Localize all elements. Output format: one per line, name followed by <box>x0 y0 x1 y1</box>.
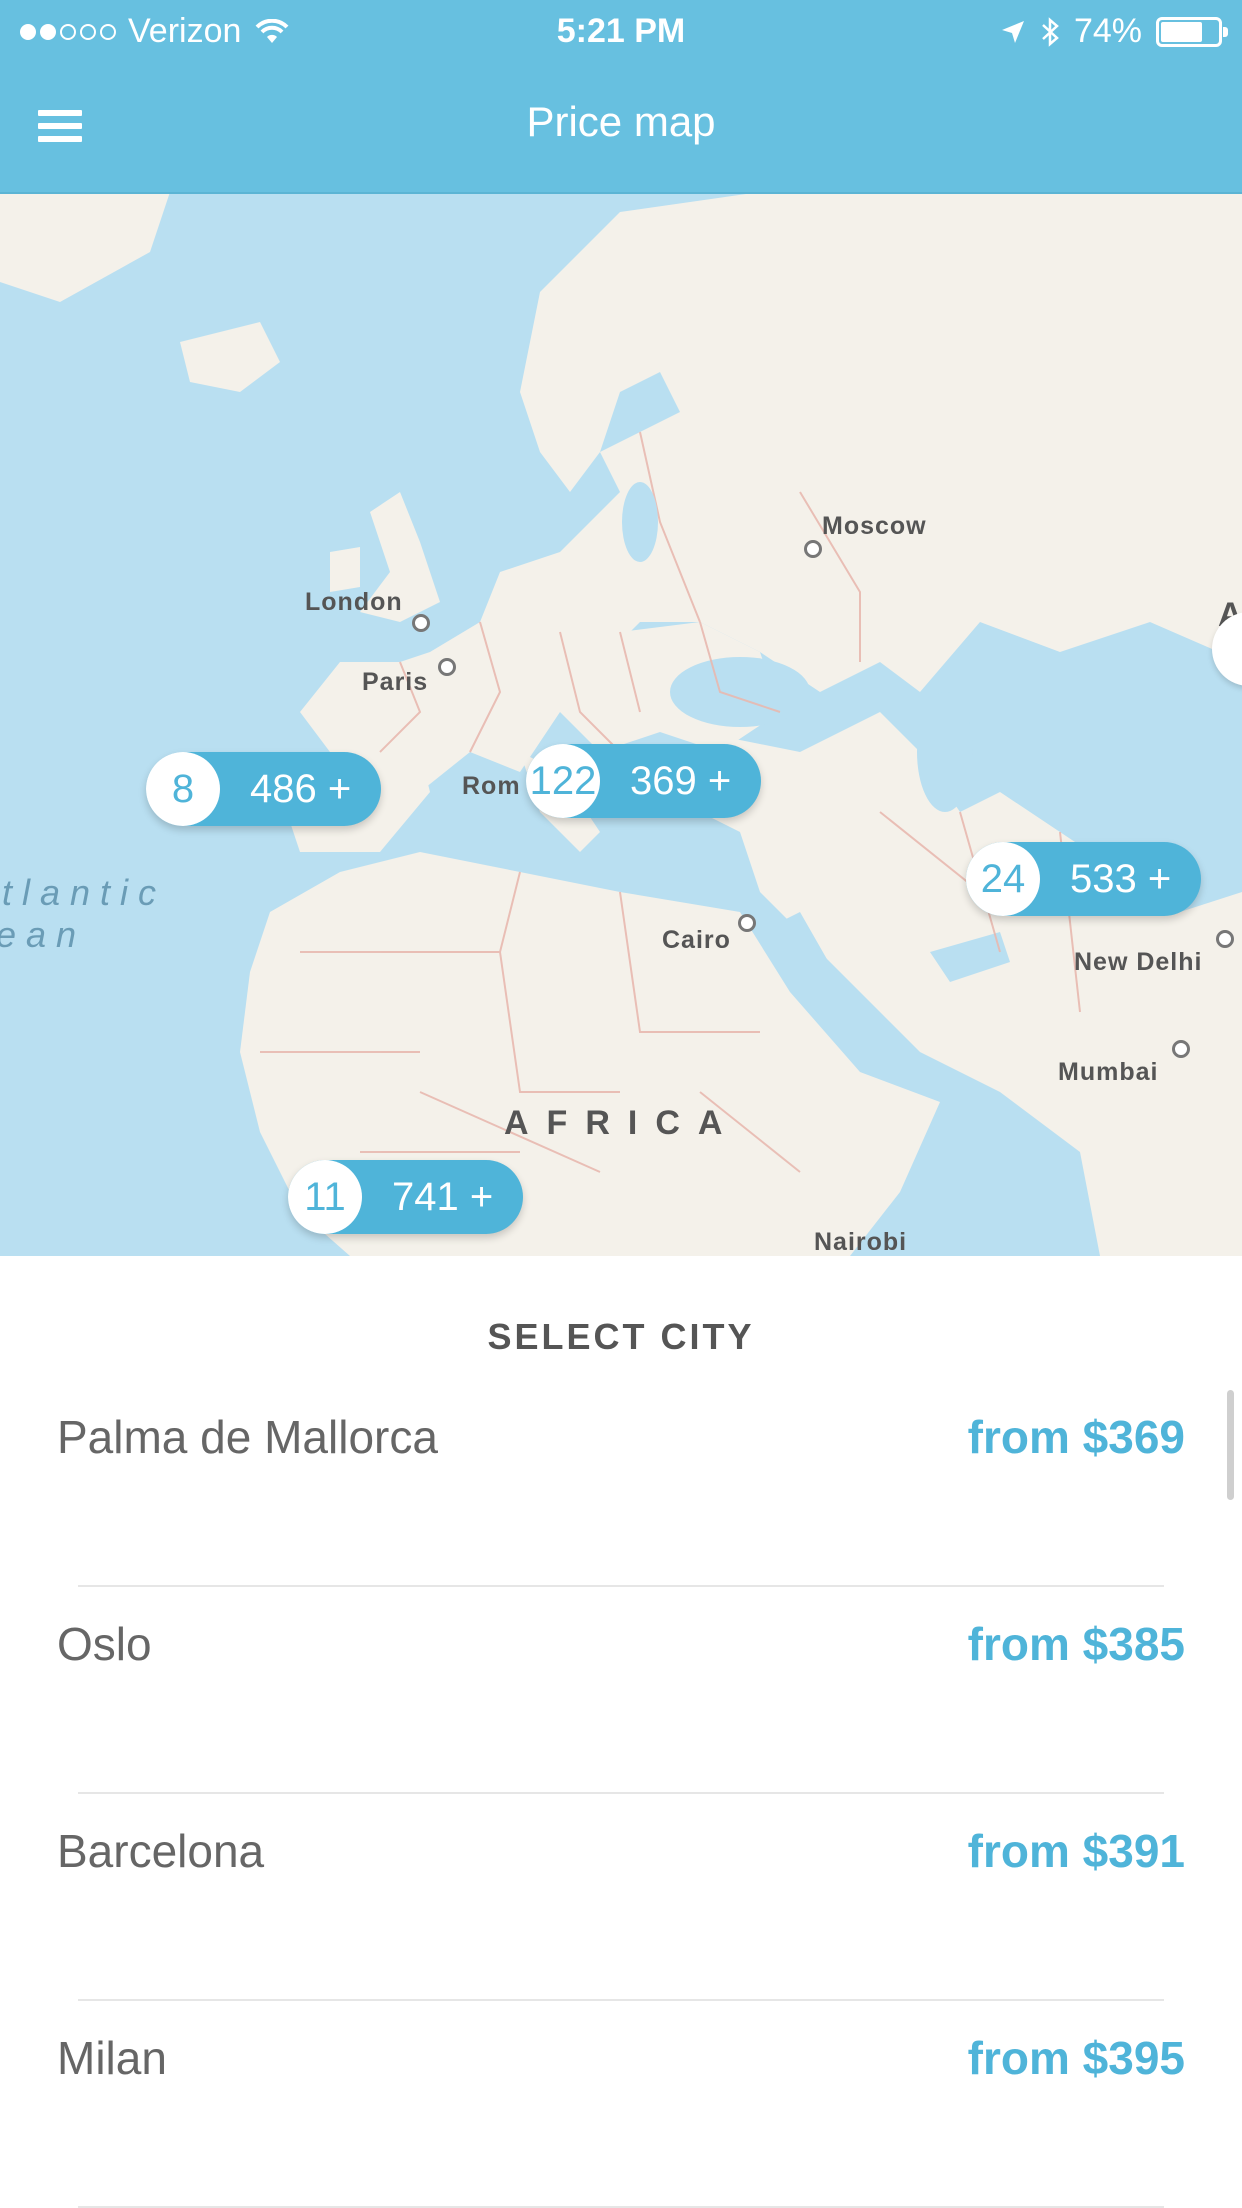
cluster-count: 24 <box>966 842 1040 916</box>
cluster-price: 369 + <box>630 758 732 803</box>
map-label-nairobi: Nairobi <box>814 1228 908 1256</box>
cluster-price: 741 + <box>392 1174 494 1219</box>
map-label-moscow: Moscow <box>822 512 927 540</box>
city-price: from $369 <box>967 1411 1185 1463</box>
cluster-count: 11 <box>288 1160 362 1234</box>
map-label-rome: Rom <box>462 772 521 800</box>
city-row[interactable]: Milan from $395 <box>0 2001 1242 2208</box>
status-right: 74% <box>1000 12 1228 51</box>
nav-bar: Price map <box>0 62 1242 192</box>
map-label-ocean-line-2: ean <box>0 914 87 955</box>
page-title: Price map <box>526 98 716 145</box>
city-name: Milan <box>57 2032 167 2084</box>
city-marker-mumbai <box>1172 1040 1190 1058</box>
price-cluster-iberia[interactable]: 8 486 + <box>146 752 382 826</box>
city-name: Oslo <box>57 1618 152 1670</box>
price-cluster-italy[interactable]: 122 369 + <box>526 744 762 818</box>
location-arrow-icon <box>1001 20 1024 43</box>
city-price: from $391 <box>967 1825 1185 1877</box>
map-label-cairo: Cairo <box>662 926 731 954</box>
battery-fill <box>1161 21 1203 42</box>
cluster-count: 8 <box>146 752 220 826</box>
cluster-price: 533 + <box>1070 856 1172 901</box>
city-row[interactable]: Palma de Mallorca from $369 <box>0 1380 1242 1587</box>
city-marker-new-delhi <box>1216 930 1234 948</box>
city-row[interactable]: Barcelona from $391 <box>0 1794 1242 2001</box>
city-name: Barcelona <box>57 1825 265 1877</box>
city-marker-cairo <box>738 914 756 932</box>
city-marker-paris <box>438 658 456 676</box>
price-cluster-middle-east[interactable]: 24 533 + <box>966 842 1202 916</box>
map-label-new-delhi: New Delhi <box>1074 948 1203 976</box>
battery-icon <box>1156 16 1228 47</box>
map-label-mumbai: Mumbai <box>1058 1058 1159 1086</box>
price-map[interactable]: Moscow London Paris Rom Cairo New Delhi … <box>0 192 1242 1256</box>
city-name: Palma de Mallorca <box>57 1411 438 1463</box>
city-price: from $395 <box>967 2032 1185 2084</box>
city-row[interactable]: Oslo from $385 <box>0 1587 1242 1794</box>
bluetooth-icon <box>1042 16 1059 47</box>
map-label-ocean-line-1: tlantic <box>2 872 167 913</box>
app-header: Verizon 5:21 PM 74% Price map <box>0 0 1242 194</box>
city-marker-moscow <box>804 540 822 558</box>
map-label-paris: Paris <box>362 668 429 696</box>
map-land-layer <box>0 192 1242 1256</box>
map-label-london: London <box>305 588 403 616</box>
price-cluster-west-africa[interactable]: 11 741 + <box>288 1160 524 1234</box>
cluster-count: 122 <box>526 744 600 818</box>
city-price: from $385 <box>967 1618 1185 1670</box>
battery-percent: 74% <box>1073 12 1142 50</box>
cluster-price: 486 + <box>250 766 352 811</box>
status-bar: Verizon 5:21 PM 74% <box>0 0 1242 62</box>
section-title: SELECT CITY <box>487 1316 755 1357</box>
map-label-africa: AFRICA <box>504 1104 741 1142</box>
city-list-panel: SELECT CITY Palma de Mallorca from $369 … <box>0 1256 1242 2208</box>
city-marker-london <box>412 614 430 632</box>
list-scrollbar[interactable] <box>1227 1390 1234 1500</box>
